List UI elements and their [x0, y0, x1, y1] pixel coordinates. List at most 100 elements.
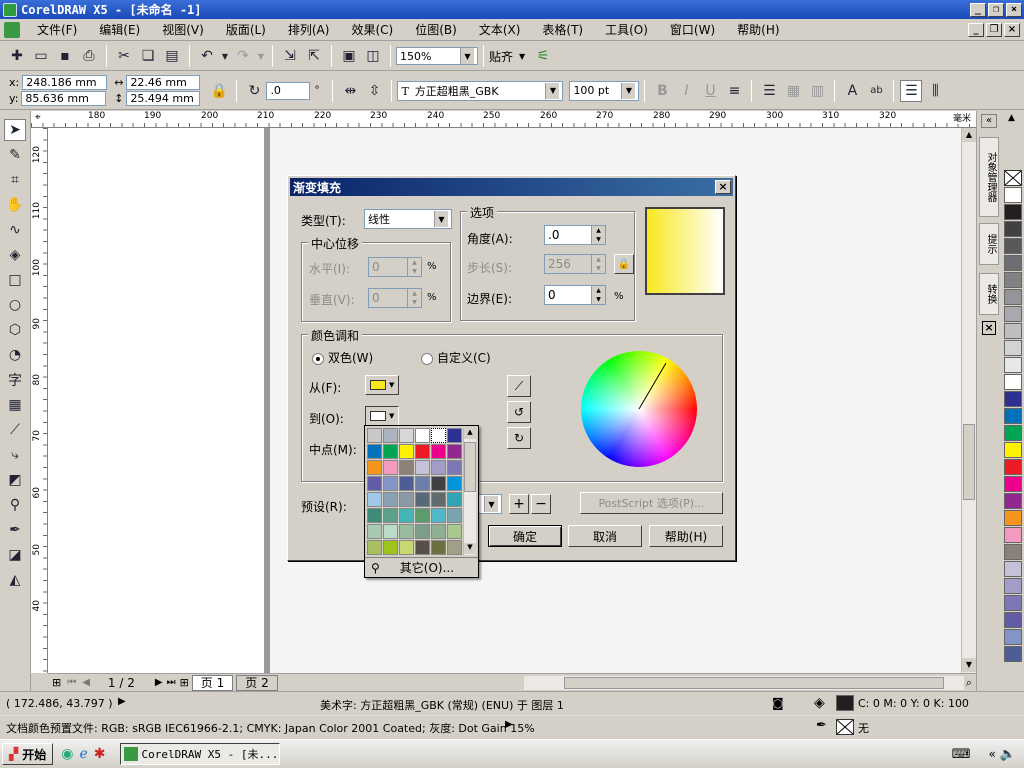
lock-ratio-icon[interactable]: 🔒	[208, 80, 230, 102]
other-colors-button[interactable]: ⚲ 其它(O)...	[365, 557, 478, 577]
undo-icon[interactable]: ↶	[196, 45, 218, 67]
import-icon[interactable]: ⇲	[279, 45, 301, 67]
app-launcher-icon[interactable]: ▣	[338, 45, 360, 67]
counterclockwise-blend-icon[interactable]: ↺	[507, 401, 531, 423]
color-grid-cell[interactable]	[415, 460, 430, 475]
paste-icon[interactable]: ▤	[161, 45, 183, 67]
color-grid-cell[interactable]	[431, 540, 446, 555]
help-button[interactable]: 帮助(H)	[649, 525, 723, 547]
status-arrow-icon[interactable]: ▶	[118, 696, 126, 707]
color-grid-cell[interactable]	[447, 524, 462, 539]
color-grid-cell[interactable]	[399, 524, 414, 539]
collapse-docker-icon[interactable]: «	[981, 114, 997, 128]
cut-icon[interactable]: ✂	[113, 45, 135, 67]
eyedropper-tool-icon[interactable]: ⚲	[4, 494, 26, 516]
profile-arrow-icon[interactable]: ▶	[505, 719, 513, 730]
color-grid-cell[interactable]	[383, 428, 398, 443]
color-grid-cell[interactable]	[415, 508, 430, 523]
horizontal-scrollbar[interactable]	[523, 675, 964, 690]
height-field[interactable]: 25.494 mm	[126, 91, 201, 106]
paragraph-format-icon[interactable]: ☰	[900, 79, 923, 102]
minimize-button[interactable]: _	[970, 2, 986, 17]
close-icon[interactable]: ×	[982, 321, 996, 335]
tab-transform[interactable]: 转换	[979, 273, 999, 315]
color-grid-cell[interactable]	[415, 476, 430, 491]
menu-help[interactable]: 帮助(H)	[726, 21, 790, 38]
vertical-text-icon[interactable]: ⫼	[924, 80, 946, 102]
type-select[interactable]: 线性 ▼	[364, 209, 452, 229]
interactive-fill-icon[interactable]: ◭	[4, 569, 26, 591]
palette-swatch[interactable]	[1004, 272, 1022, 288]
tab-hints[interactable]: 提示	[979, 223, 999, 265]
palette-swatch[interactable]	[1004, 629, 1022, 645]
color-wheel[interactable]	[580, 350, 698, 468]
color-grid-cell[interactable]	[383, 524, 398, 539]
blend-tool-icon[interactable]: ◩	[4, 469, 26, 491]
welcome-screen-icon[interactable]: ◫	[362, 45, 384, 67]
color-grid-cell[interactable]	[415, 492, 430, 507]
vertical-offset-field[interactable]: 0 ▲ ▼	[368, 288, 422, 308]
palette-swatch[interactable]	[1004, 527, 1022, 543]
remove-preset-icon[interactable]: −	[531, 494, 551, 514]
palette-swatch[interactable]	[1004, 510, 1022, 526]
horizontal-text-icon[interactable]: ab	[865, 80, 887, 102]
snap-dropdown-icon[interactable]: ▼	[519, 52, 525, 61]
scroll-thumb[interactable]	[963, 424, 975, 500]
last-page-icon[interactable]: ⏭	[167, 677, 176, 688]
x-position-field[interactable]: 248.186 mm	[22, 75, 108, 90]
fill-tool-icon[interactable]: ◪	[4, 544, 26, 566]
vertical-scrollbar[interactable]: ▲ ▼	[961, 128, 976, 673]
doc-restore-button[interactable]: ❐	[986, 22, 1002, 37]
undo-dropdown-icon[interactable]: ▼	[220, 45, 230, 67]
mirror-vertical-icon[interactable]: ⇳	[363, 80, 385, 102]
zoom-level-field[interactable]: 150% ▼	[396, 47, 478, 65]
drop-cap-icon[interactable]: ▦	[782, 80, 804, 102]
ellipse-tool-icon[interactable]: ○	[4, 294, 26, 316]
text-tool-icon[interactable]: 字	[4, 369, 26, 391]
options-icon[interactable]: ⚟	[532, 45, 554, 67]
custom-radio[interactable]: 自定义(C)	[421, 349, 491, 366]
color-grid-cell[interactable]	[431, 492, 446, 507]
color-grid-cell[interactable]	[415, 444, 430, 459]
color-grid-cell[interactable]	[383, 508, 398, 523]
color-grid-cell[interactable]	[447, 444, 462, 459]
scroll-thumb[interactable]	[563, 676, 944, 689]
from-color-picker[interactable]: ▼	[365, 375, 399, 395]
smart-fill-icon[interactable]: ◈	[4, 244, 26, 266]
scroll-down-icon[interactable]: ▼	[464, 543, 476, 554]
dimension-tool-icon[interactable]: ⟋	[4, 419, 26, 441]
direct-blend-icon[interactable]: ⟋	[507, 375, 531, 397]
menu-tools[interactable]: 工具(O)	[594, 21, 659, 38]
palette-swatch[interactable]	[1004, 255, 1022, 271]
ruler-origin-icon[interactable]: ⌖	[35, 112, 41, 123]
copy-icon[interactable]: ❏	[137, 45, 159, 67]
palette-swatch[interactable]	[1004, 340, 1022, 356]
color-grid-cell[interactable]	[367, 492, 382, 507]
fill-color-swatch[interactable]	[836, 695, 854, 711]
save-icon[interactable]: ▪	[54, 45, 76, 67]
color-grid-cell[interactable]	[415, 428, 430, 443]
color-grid-cell[interactable]	[383, 492, 398, 507]
popup-scrollbar[interactable]: ▲ ▼	[463, 428, 476, 555]
menu-text[interactable]: 文本(X)	[468, 21, 532, 38]
add-page-icon[interactable]: ⊞	[52, 676, 61, 689]
menu-bitmaps[interactable]: 位图(B)	[404, 21, 468, 38]
menu-effects[interactable]: 效果(C)	[340, 21, 404, 38]
menu-edit[interactable]: 编辑(E)	[88, 21, 151, 38]
palette-swatch[interactable]	[1004, 408, 1022, 424]
color-grid-cell[interactable]	[399, 460, 414, 475]
palette-swatch[interactable]	[1004, 221, 1022, 237]
menu-layout[interactable]: 版面(L)	[215, 21, 277, 38]
palette-swatch[interactable]	[1004, 187, 1022, 203]
prev-page-icon[interactable]: ◀	[82, 677, 90, 688]
color-grid-cell[interactable]	[447, 508, 462, 523]
volume-icon[interactable]: 🔈	[1000, 747, 1016, 762]
edit-text-icon[interactable]: A	[841, 80, 863, 102]
doc-minimize-button[interactable]: _	[968, 22, 984, 37]
shape-tool-icon[interactable]: ✎	[4, 144, 26, 166]
color-grid-cell[interactable]	[399, 540, 414, 555]
tab-page-1[interactable]: 页 1	[191, 674, 234, 691]
columns-icon[interactable]: ▥	[806, 80, 828, 102]
scroll-up-icon[interactable]: ▲	[962, 128, 976, 142]
rotation-angle-field[interactable]: .0	[266, 81, 311, 100]
